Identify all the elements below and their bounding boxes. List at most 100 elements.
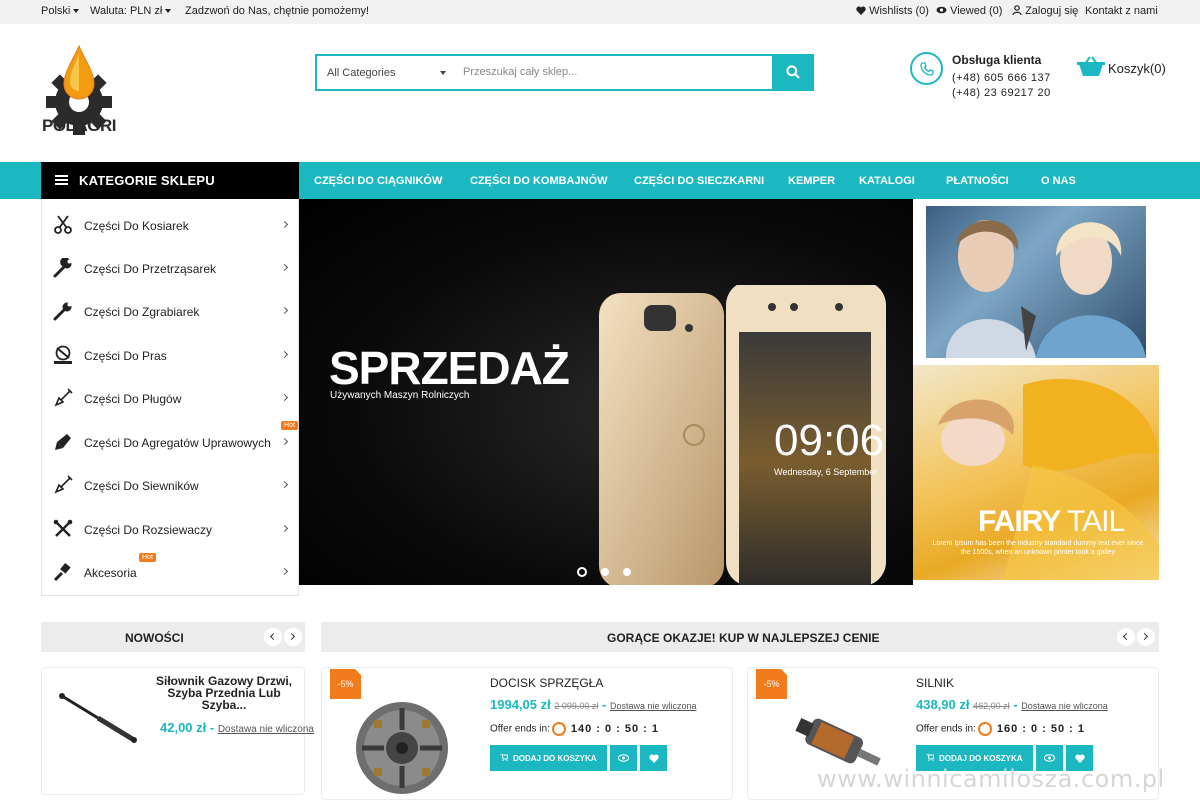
- hero-slider[interactable]: SPRZEDAŻ Używanych Maszyn Rolniczych 09:…: [299, 199, 913, 585]
- sidebar-item-label: Akcesoria: [84, 566, 137, 580]
- search-icon: [786, 65, 800, 79]
- sidebar-item-mower-parts[interactable]: Części Do Kosiarek: [42, 201, 298, 244]
- new-product-card[interactable]: Siłownik Gazowy Drzwi, Szyba Przednia Lu…: [41, 667, 314, 795]
- clutch-image: [356, 702, 448, 794]
- shovel-icon: [54, 475, 73, 494]
- search-bar: All Categories Przeszukaj cały sklep...: [315, 54, 814, 91]
- prev-arrow-icon[interactable]: [264, 628, 282, 646]
- promo-banner-jewelry[interactable]: [926, 206, 1146, 358]
- chevron-down-icon: [440, 71, 446, 75]
- hot-badge: Hot: [139, 553, 156, 562]
- wishlist-button[interactable]: [640, 745, 667, 771]
- promo-banner-fairy-tail[interactable]: FAIRY TAIL Lorem Ipsum has been the indu…: [913, 365, 1159, 580]
- gas-strut-image: [59, 693, 137, 743]
- sidebar-item-label: Części Do Zgrabiarek: [84, 305, 200, 319]
- search-input[interactable]: Przeszukaj cały sklep...: [463, 66, 577, 78]
- slider-dot[interactable]: [577, 567, 587, 577]
- slider-dot[interactable]: [601, 568, 609, 576]
- cart-label[interactable]: Koszyk(0): [1108, 61, 1166, 76]
- wrench-icon: [53, 302, 72, 321]
- product-name[interactable]: Siłownik Gazowy Drzwi, Szyba Przednia Lu…: [154, 675, 294, 711]
- chevron-right-icon: [280, 567, 289, 576]
- nav-payments[interactable]: PŁATNOŚCI: [946, 175, 1009, 187]
- new-products-header: NOWOŚCI: [41, 622, 305, 652]
- nav-catalogs[interactable]: KATALOGI: [859, 175, 915, 187]
- search-category-select[interactable]: All Categories: [327, 67, 395, 79]
- sidebar-item-label: Części Do Przetrząsarek: [84, 262, 217, 276]
- models-image: [946, 220, 1146, 358]
- chevron-right-icon: [280, 220, 289, 229]
- shipping-note: Dostawa nie wliczona: [609, 701, 697, 711]
- hot-deals-header: GORĄCE OKAZJE! KUP W NAJLEPSZEJ CENIE: [321, 622, 1159, 652]
- phone-icon: [920, 62, 934, 76]
- chevron-down-icon: [73, 9, 80, 14]
- phone-time: 09:06: [774, 416, 884, 465]
- nav-tractor-parts[interactable]: CZĘŚCI DO CIĄGNIKÓW: [314, 175, 442, 187]
- phone-date: Wednesday, 6 September: [774, 467, 877, 477]
- sidebar-item-accessories[interactable]: Akcesoria Hot: [42, 548, 298, 591]
- wishlist-link[interactable]: Wishlists (0): [856, 5, 929, 17]
- banner-text: Lorem Ipsum has been the industry standa…: [932, 540, 1144, 556]
- chevron-right-icon: [280, 480, 289, 489]
- language-selector[interactable]: Polski: [41, 5, 80, 17]
- search-button[interactable]: [772, 54, 814, 91]
- cart-icon[interactable]: [1077, 55, 1105, 77]
- logo[interactable]: POLAGRI: [42, 44, 118, 146]
- currency-selector[interactable]: Waluta: PLN zł: [90, 5, 172, 17]
- quick-view-button[interactable]: [610, 745, 637, 771]
- sidebar-item-cultivator-parts[interactable]: Części Do Agregatów Uprawowych Hot: [42, 418, 298, 461]
- hot-badge: Hot: [281, 421, 298, 430]
- shovel-icon: [54, 388, 73, 407]
- categories-title: KATEGORIE SKLEPU: [79, 173, 215, 188]
- chevron-right-icon: [280, 524, 289, 533]
- scissors-icon: [54, 215, 72, 234]
- sidebar-item-rake-parts[interactable]: Części Do Zgrabiarek: [42, 287, 298, 330]
- sidebar-item-baler-parts[interactable]: Części Do Pras: [42, 331, 298, 374]
- sidebar-item-seeder-parts[interactable]: Części Do Siewników: [42, 461, 298, 504]
- chevron-right-icon: [280, 437, 289, 446]
- slider-dot[interactable]: [623, 568, 631, 576]
- login-link[interactable]: Zaloguj się: [1012, 5, 1078, 17]
- cart-icon: [926, 754, 934, 761]
- menu-icon: [55, 175, 68, 186]
- product-name[interactable]: DOCISK SPRZĘGŁA: [490, 676, 603, 690]
- top-bar: Polski Waluta: PLN zł Zadzwoń do Nas, ch…: [0, 0, 1200, 24]
- brush-icon: [53, 563, 71, 582]
- sidebar-item-spreader-parts[interactable]: Części Do Rozsiewaczy: [42, 505, 298, 548]
- timer-icon: [551, 722, 566, 736]
- sidebar-item-label: Części Do Agregatów Uprawowych: [84, 436, 271, 450]
- contact-link[interactable]: Kontakt z nami: [1085, 5, 1158, 17]
- nav-chopper-parts[interactable]: CZĘŚCI DO SIECZKARNI: [634, 175, 764, 187]
- category-sidebar: Części Do Kosiarek Części Do Przetrząsar…: [41, 199, 299, 596]
- logo-text: POLAGRI: [42, 116, 116, 135]
- nav-about[interactable]: O NAS: [1041, 175, 1076, 187]
- product-price: 438,90 zł 462,00 zł - Dostawa nie wliczo…: [916, 697, 1108, 712]
- prev-arrow-icon[interactable]: [1117, 628, 1135, 646]
- cart-icon: [500, 754, 508, 761]
- eye-icon: [936, 6, 947, 14]
- sidebar-item-plough-parts[interactable]: Części Do Pługów: [42, 374, 298, 417]
- next-arrow-icon[interactable]: [1137, 628, 1155, 646]
- nav-combine-parts[interactable]: CZĘŚCI DO KOMBAJNÓW: [470, 175, 608, 187]
- product-name[interactable]: SILNIK: [916, 676, 954, 690]
- sidebar-item-label: Części Do Kosiarek: [84, 219, 189, 233]
- categories-header[interactable]: KATEGORIE SKLEPU: [41, 162, 299, 199]
- eye-icon: [1044, 754, 1055, 762]
- viewed-link[interactable]: Viewed (0): [936, 5, 1002, 17]
- sidebar-item-tedder-parts[interactable]: Części Do Przetrząsarek: [42, 244, 298, 287]
- add-to-cart-button[interactable]: DODAJ DO KOSZYKA: [490, 745, 607, 771]
- deal-card[interactable]: -5% DOCISK SPRZĘGŁA 1994,05 zł 2 099,00 …: [321, 667, 733, 800]
- section-title: NOWOŚCI: [125, 631, 184, 645]
- offer-countdown: Offer ends in: 140 : 0 : 50 : 1: [490, 722, 660, 736]
- chevron-right-icon: [280, 393, 289, 402]
- heart-icon: [856, 6, 866, 15]
- wrench-icon: [53, 258, 72, 278]
- phone-icon-circle: [910, 52, 943, 85]
- shipping-note: Dostawa nie wliczona: [217, 724, 314, 735]
- next-arrow-icon[interactable]: [284, 628, 302, 646]
- shipping-note: Dostawa nie wliczona: [1021, 701, 1108, 711]
- nav-kemper[interactable]: KEMPER: [788, 175, 835, 187]
- banner-title: FAIRY TAIL: [978, 505, 1125, 538]
- discount-badge: -5%: [330, 668, 362, 699]
- chevron-right-icon: [280, 263, 289, 272]
